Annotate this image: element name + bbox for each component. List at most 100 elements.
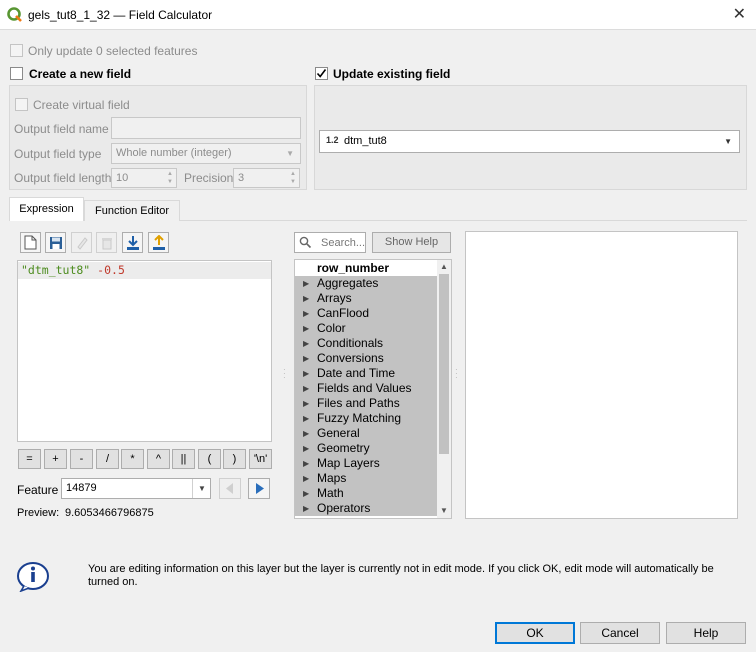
feature-select[interactable]: 14879 ▼ xyxy=(61,478,211,499)
tree-item-date-and-time[interactable]: ▶ Date and Time xyxy=(295,366,437,381)
trash-icon xyxy=(101,237,112,249)
only-update-selected-checkbox[interactable] xyxy=(10,44,23,57)
search-icon xyxy=(299,236,312,249)
update-existing-field-checkbox[interactable] xyxy=(315,67,328,80)
expand-arrow-icon: ▶ xyxy=(303,369,310,378)
output-field-length-value: 10 xyxy=(116,172,129,184)
expression-editor[interactable]: "dtm_tut8" -0.5 xyxy=(17,260,272,442)
create-new-field-checkbox[interactable] xyxy=(10,67,23,80)
expand-arrow-icon: ▶ xyxy=(303,294,310,303)
precision-spinbox[interactable]: 3 ▲ ▼ xyxy=(233,168,300,188)
close-icon[interactable]: ✕ xyxy=(733,4,746,24)
tree-item-label: Map Layers xyxy=(317,456,380,470)
precision-label: Precision xyxy=(184,171,234,185)
new-expression-button[interactable] xyxy=(20,232,41,253)
splitter-handle-left[interactable]: · · · xyxy=(283,366,286,382)
checkmark-icon xyxy=(316,69,327,78)
output-field-type-value: Whole number (integer) xyxy=(116,147,232,159)
expand-arrow-icon: ▶ xyxy=(303,354,310,363)
import-expression-button[interactable] xyxy=(122,232,143,253)
tree-item-label: Fields and Values xyxy=(317,381,412,395)
tree-item-operators[interactable]: ▶ Operators xyxy=(295,501,437,516)
tree-item-fuzzy-matching[interactable]: ▶ Fuzzy Matching xyxy=(295,411,437,426)
tree-item-label: Files and Paths xyxy=(317,396,400,410)
operator-power-button[interactable]: ^ xyxy=(147,449,170,469)
output-field-name-input[interactable] xyxy=(111,117,301,139)
expand-arrow-icon: ▶ xyxy=(303,279,310,288)
feature-value: 14879 xyxy=(66,482,97,494)
tree-item-color[interactable]: ▶ Color xyxy=(295,321,437,336)
save-expression-button[interactable] xyxy=(45,232,66,253)
tree-item-fields-and-values[interactable]: ▶ Fields and Values xyxy=(295,381,437,396)
tree-item-geometry[interactable]: ▶ Geometry xyxy=(295,441,437,456)
function-tree-scrollbar[interactable]: ▲ ▼ xyxy=(437,260,451,518)
scroll-up-icon[interactable]: ▲ xyxy=(440,262,448,271)
expression-operator-token: -0.5 xyxy=(90,263,125,277)
scroll-down-icon[interactable]: ▼ xyxy=(440,506,448,515)
existing-field-select[interactable]: 1.2 dtm_tut8 ▼ xyxy=(319,130,740,153)
spin-arrows-icon: ▲ ▼ xyxy=(290,171,296,185)
feature-dropdown-button[interactable]: ▼ xyxy=(192,479,210,498)
tree-item-arrays[interactable]: ▶ Arrays xyxy=(295,291,437,306)
ok-button[interactable]: OK xyxy=(495,622,575,644)
operator-concat-button[interactable]: || xyxy=(172,449,195,469)
export-expression-button[interactable] xyxy=(148,232,169,253)
expand-arrow-icon: ▶ xyxy=(303,309,310,318)
operator-close-paren-button[interactable]: ) xyxy=(223,449,246,469)
tree-item-conversions[interactable]: ▶ Conversions xyxy=(295,351,437,366)
tree-item-general[interactable]: ▶ General xyxy=(295,426,437,441)
function-search-input[interactable]: Search... xyxy=(294,232,366,253)
tree-item-map-layers[interactable]: ▶ Map Layers xyxy=(295,456,437,471)
tree-item-row-number[interactable]: row_number xyxy=(295,261,437,276)
arrow-left-icon xyxy=(226,483,233,494)
preview-value: 9.6053466796875 xyxy=(65,507,154,519)
tree-item-conditionals[interactable]: ▶ Conditionals xyxy=(295,336,437,351)
help-button[interactable]: Help xyxy=(666,622,746,644)
expand-arrow-icon: ▶ xyxy=(303,459,310,468)
tree-item-math[interactable]: ▶ Math xyxy=(295,486,437,501)
splitter-handle-right[interactable]: · · · xyxy=(455,366,458,382)
operator-equals-button[interactable]: = xyxy=(18,449,41,469)
operator-minus-button[interactable]: - xyxy=(70,449,93,469)
output-field-length-spinbox[interactable]: 10 ▲ ▼ xyxy=(111,168,177,188)
operator-divide-button[interactable]: / xyxy=(96,449,119,469)
info-icon xyxy=(17,562,49,592)
pencil-icon xyxy=(76,236,88,250)
operator-multiply-button[interactable]: * xyxy=(121,449,144,469)
create-new-field-label: Create a new field xyxy=(29,67,132,81)
feature-label: Feature xyxy=(17,483,59,497)
edit-expression-button[interactable] xyxy=(71,232,92,253)
create-virtual-field-checkbox[interactable] xyxy=(15,98,28,111)
tree-item-label: Geometry xyxy=(317,441,370,455)
tab-expression[interactable]: Expression xyxy=(9,197,84,221)
function-tree[interactable]: row_number ▶ Aggregates ▶ Arrays ▶ CanFlood… xyxy=(294,259,452,519)
function-tree-scroll-thumb[interactable] xyxy=(439,274,449,454)
next-feature-button[interactable] xyxy=(248,478,270,499)
tab-function-editor[interactable]: Function Editor xyxy=(84,200,180,221)
tree-item-aggregates[interactable]: ▶ Aggregates xyxy=(295,276,437,291)
spin-arrows-icon: ▲ ▼ xyxy=(167,171,173,185)
output-field-type-select[interactable]: Whole number (integer) ▼ xyxy=(111,143,301,164)
expression-field-token: "dtm_tut8" xyxy=(21,263,91,277)
previous-feature-button[interactable] xyxy=(219,478,241,499)
tree-item-maps[interactable]: ▶ Maps xyxy=(295,471,437,486)
operator-newline-button[interactable]: '\n' xyxy=(249,449,272,469)
tree-item-canflood[interactable]: ▶ CanFlood xyxy=(295,306,437,321)
tree-item-label: Color xyxy=(317,321,346,335)
delete-expression-button[interactable] xyxy=(96,232,117,253)
expand-arrow-icon: ▶ xyxy=(303,384,310,393)
new-file-icon xyxy=(24,235,37,250)
tree-item-files-and-paths[interactable]: ▶ Files and Paths xyxy=(295,396,437,411)
chevron-down-icon: ▼ xyxy=(286,149,294,158)
operator-plus-button[interactable]: + xyxy=(44,449,67,469)
show-help-button[interactable]: Show Help xyxy=(372,232,451,253)
preview-label: Preview: xyxy=(17,507,60,519)
tree-item-label: Conversions xyxy=(317,351,384,365)
output-field-name-label: Output field name xyxy=(14,122,109,136)
cancel-button[interactable]: Cancel xyxy=(580,622,660,644)
operator-open-paren-button[interactable]: ( xyxy=(198,449,221,469)
output-field-length-label: Output field length xyxy=(14,171,112,185)
existing-field-value: dtm_tut8 xyxy=(344,135,387,147)
save-icon xyxy=(49,236,62,249)
create-virtual-field-label: Create virtual field xyxy=(33,98,130,112)
